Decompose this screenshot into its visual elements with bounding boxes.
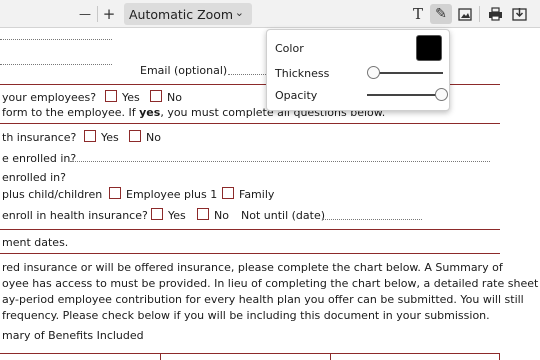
save-button[interactable] [508,4,530,24]
paragraph-line-3: ay-period employee contribution for ever… [2,293,524,306]
health-no-checkbox[interactable] [129,130,141,142]
opacity-slider-track[interactable] [367,94,441,96]
pencil-icon: ✎ [435,6,447,22]
enroll-no-label: No [214,209,229,222]
enroll-yes-label: Yes [168,209,186,222]
zoom-out-button[interactable]: — [74,4,96,24]
instruction-text-a: form to the employee. If [2,106,140,119]
enroll-yes-checkbox[interactable] [151,208,163,220]
draw-tool-button[interactable]: ✎ [430,4,452,24]
employees-no-checkbox[interactable] [150,90,162,102]
zoom-in-button[interactable]: + [98,4,120,24]
q-enrolled-in-label: enrolled in? [2,171,66,184]
thickness-label: Thickness [275,67,330,80]
chevron-down-icon: ⌄ [234,6,244,19]
section-divider [0,229,500,230]
section-divider [0,253,500,254]
employees-no-label: No [167,91,182,104]
not-until-date-field[interactable] [322,219,422,220]
pdf-toolbar: — + Automatic Zoom ⌄ T ✎ [0,0,540,28]
zoom-select-value: Automatic Zoom [129,6,234,22]
section-divider [0,123,500,124]
q-employees-label: your employees? [2,91,97,104]
enrollment-dates-label: ment dates. [2,236,69,249]
q-health-label: th insurance? [2,131,77,144]
enroll-no-checkbox[interactable] [197,208,209,220]
table-column-divider [499,353,500,360]
image-tool-button[interactable] [454,4,476,24]
table-column-divider [160,353,161,360]
email-label: Email (optional) [140,64,228,77]
employees-yes-label: Yes [122,91,140,104]
thickness-slider-track[interactable] [369,72,443,74]
employees-yes-checkbox[interactable] [105,90,117,102]
download-icon [511,8,527,21]
enrolled-field[interactable] [70,161,490,162]
q-enrolled-label: e enrolled in? [2,152,77,165]
paragraph-line-1: red insurance or will be offered insuran… [2,261,503,274]
plus1-checkbox[interactable] [109,187,121,199]
q-enroll-health-label: enroll in health insurance? [2,209,148,222]
opacity-label: Opacity [275,89,318,102]
table-top-border [0,353,500,354]
opt-family-label: Family [239,188,275,201]
toolbar-separator [479,6,480,22]
thickness-slider-handle[interactable] [367,66,380,79]
instruction-yes: yes [139,106,161,119]
image-icon [458,7,472,21]
opt-child-label: plus child/children [2,188,103,201]
draw-settings-popup: Color Thickness Opacity [266,29,450,111]
health-yes-checkbox[interactable] [84,130,96,142]
opt-plus1-label: Employee plus 1 [126,188,218,201]
print-button[interactable] [484,4,506,24]
zoom-in-icon: + [102,5,116,23]
not-until-label: Not until (date) [241,209,326,222]
family-checkbox[interactable] [222,187,234,199]
health-yes-label: Yes [101,131,119,144]
text-tool-button[interactable]: T [407,4,429,24]
print-icon [488,7,502,21]
paragraph-line-4: frequency. Please check below if you wil… [2,309,490,322]
email-field[interactable] [228,74,268,75]
zoom-out-icon: — [79,7,91,21]
summary-benefits-label: mary of Benefits Included [2,329,144,342]
dotted-fill-line [0,64,112,65]
color-label: Color [275,42,304,55]
table-column-divider [330,353,331,360]
health-no-label: No [146,131,161,144]
color-swatch-button[interactable] [416,35,442,61]
dotted-fill-line [0,39,112,40]
zoom-select[interactable]: Automatic Zoom ⌄ [124,3,252,25]
paragraph-line-2: oyee has access to must be provided. In … [2,277,539,290]
text-tool-icon: T [412,5,423,23]
opacity-slider-handle[interactable] [435,88,448,101]
